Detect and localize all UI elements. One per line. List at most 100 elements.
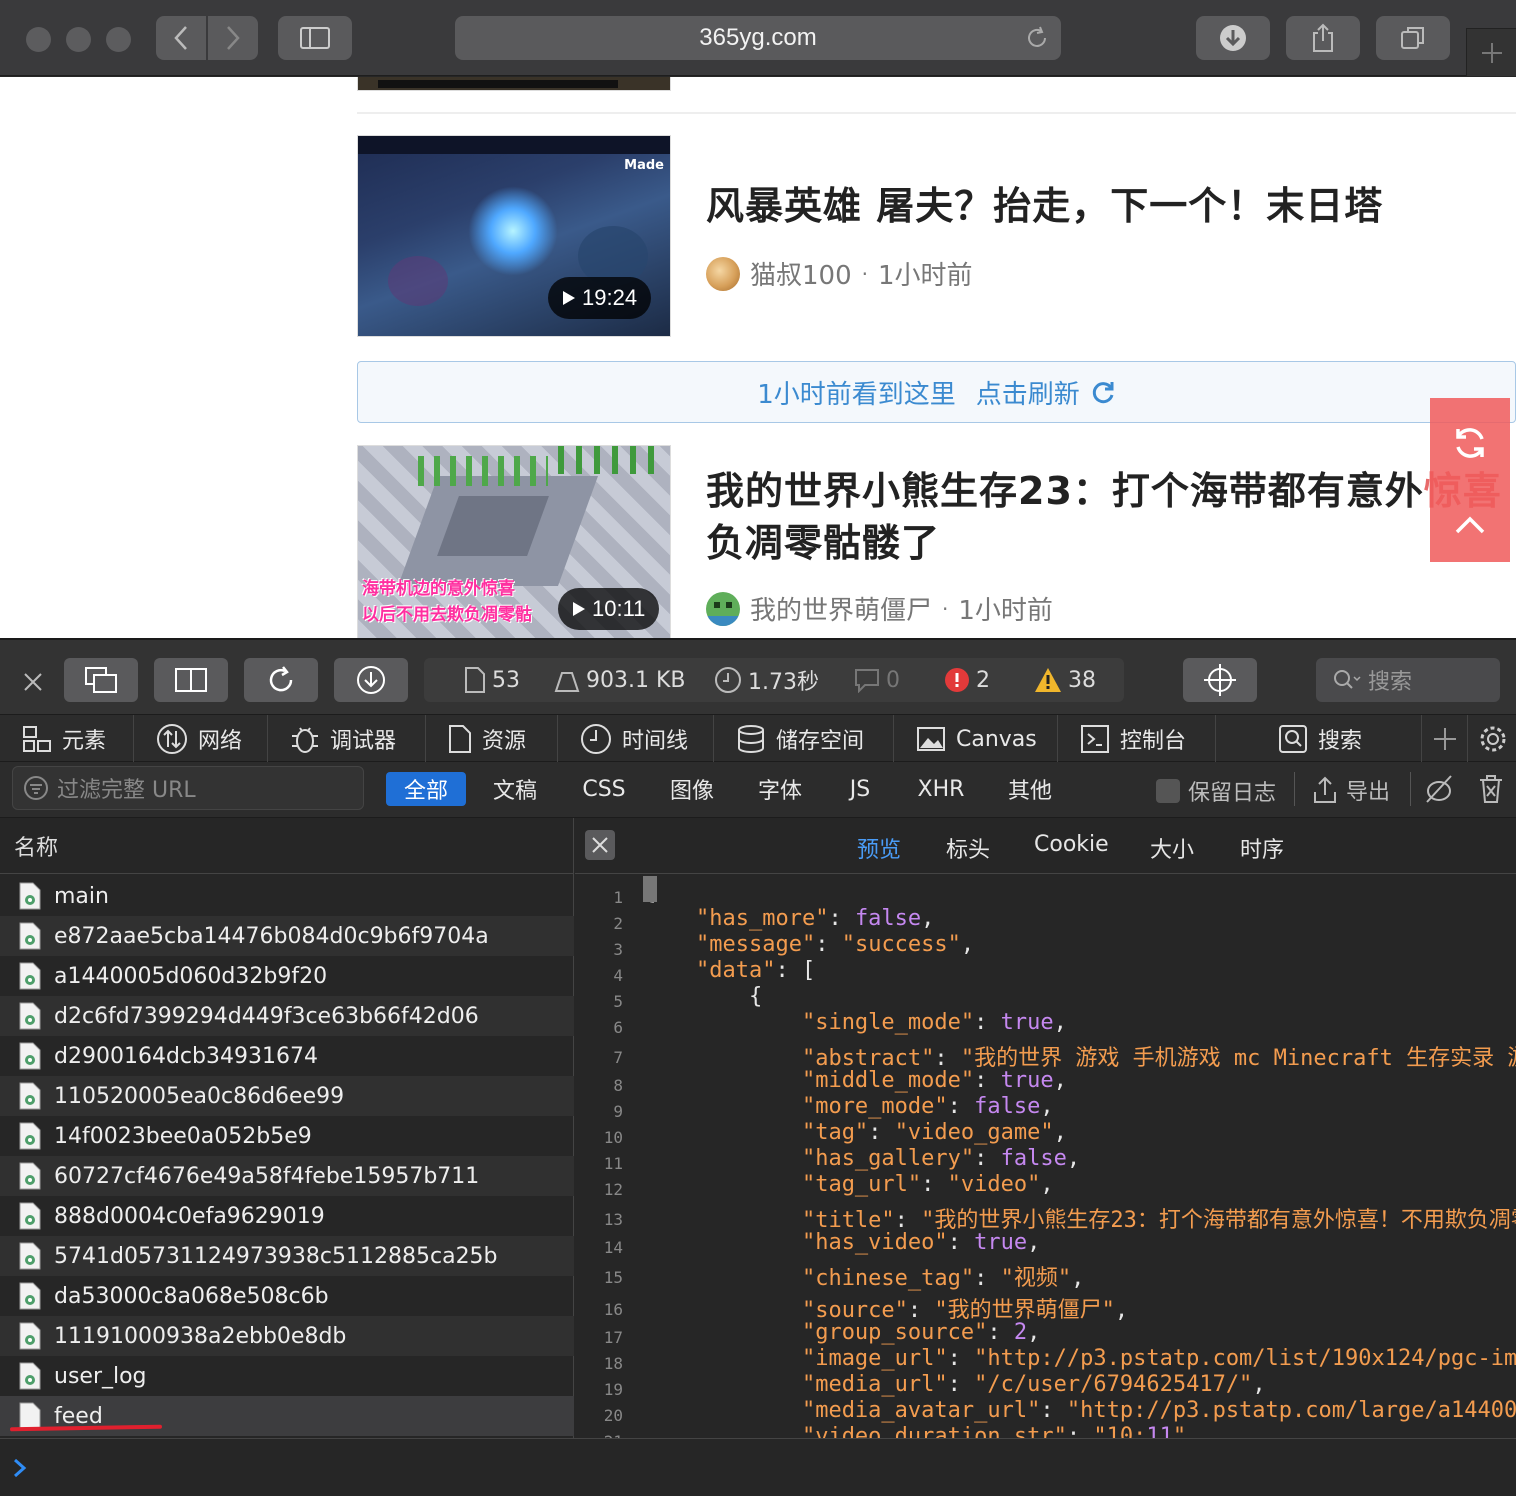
code-line: "has_video": true, [801, 1230, 1041, 1255]
tab-search[interactable]: 搜索 [1216, 715, 1422, 763]
article-thumbnail[interactable]: 海带机边的意外惊喜 以后不用去欺负凋零骷 10:11 [357, 445, 671, 638]
author-avatar[interactable] [706, 256, 740, 291]
export-button[interactable]: 导出 [1312, 774, 1390, 806]
tabs-overview-button[interactable] [1376, 16, 1450, 60]
reload-page-button[interactable] [244, 658, 318, 702]
request-name: feed [54, 1403, 103, 1429]
name-column-header[interactable]: 名称 [0, 818, 574, 874]
preserve-log-toggle[interactable]: 保留日志 [1156, 775, 1276, 807]
refresh-notice-bar[interactable]: 1小时前看到这里 点击刷新 [357, 361, 1516, 423]
refresh-link[interactable]: 点击刷新 [976, 374, 1080, 411]
minimize-window-button[interactable] [66, 27, 91, 52]
detail-tab-cookies[interactable]: Cookie [1034, 832, 1109, 857]
resource-count[interactable]: 53 [464, 658, 520, 702]
close-detail-button[interactable] [585, 830, 615, 860]
request-row[interactable]: 5741d05731124973938c5112885ca25b [0, 1236, 574, 1276]
script-document-icon [18, 1362, 42, 1390]
request-row[interactable]: main [0, 876, 574, 916]
filter-type-other[interactable]: 其他 [992, 772, 1068, 806]
reload-icon[interactable] [1025, 26, 1049, 50]
title-line: 负凋零骷髅了 [706, 521, 941, 565]
transfer-size[interactable]: 903.1 KB [554, 658, 686, 702]
script-document-icon [18, 962, 42, 990]
address-bar[interactable]: 365yg.com [455, 16, 1061, 60]
author-name[interactable]: 我的世界萌僵尸 [750, 590, 932, 627]
tab-debugger[interactable]: 调试器 [268, 715, 426, 763]
request-row[interactable]: 14f0023bee0a052b5e9 [0, 1116, 574, 1156]
request-row[interactable]: 11191000938a2ebb0e8db [0, 1316, 574, 1356]
sidebar-toggle-button[interactable] [278, 16, 352, 60]
warning-count[interactable]: 38 [1034, 658, 1096, 702]
add-tab-button[interactable] [1422, 715, 1468, 763]
tab-resources[interactable]: 资源 [426, 715, 558, 763]
settings-button[interactable] [1468, 715, 1516, 763]
article-thumbnail[interactable]: Made 19:24 [357, 135, 671, 337]
back-button[interactable] [156, 16, 206, 60]
search-input[interactable]: 搜索 [1316, 658, 1500, 702]
new-tab-button[interactable] [1466, 28, 1516, 76]
document-icon [18, 1402, 42, 1430]
message-count[interactable]: 0 [854, 658, 900, 702]
request-row[interactable]: d2c6fd7399294d449f3ce63b66f42d06 [0, 996, 574, 1036]
filter-type-image[interactable]: 图像 [654, 772, 730, 806]
forward-button[interactable] [208, 16, 258, 60]
clear-log-icon[interactable] [1478, 774, 1504, 804]
chevron-up-icon[interactable] [1454, 515, 1486, 535]
previous-article-thumbnail[interactable] [357, 77, 671, 91]
disable-cache-icon[interactable] [1424, 774, 1454, 804]
download-archive-button[interactable] [334, 658, 408, 702]
request-row[interactable]: 60727cf4676e49a58f4febe15957b711 [0, 1156, 574, 1196]
filter-type-all[interactable]: 全部 [386, 772, 466, 806]
load-time[interactable]: 1.73秒 [714, 658, 819, 702]
code-line: "media_url": "/c/user/6794625417/", [801, 1372, 1266, 1397]
downloads-button[interactable] [1196, 16, 1270, 60]
share-button[interactable] [1286, 16, 1360, 60]
request-row[interactable]: 110520005ea0c86d6ee99 [0, 1076, 574, 1116]
request-row[interactable]: da53000c8a068e508c6b [0, 1276, 574, 1316]
request-row[interactable]: 888d0004c0efa9629019 [0, 1196, 574, 1236]
code-line: "single_mode": true, [801, 1010, 1067, 1035]
close-icon[interactable] [22, 671, 44, 693]
request-row[interactable]: user_log [0, 1356, 574, 1396]
url-filter-input[interactable]: 过滤完整 URL [12, 766, 364, 810]
dock-detach-button[interactable] [64, 658, 138, 702]
request-row[interactable]: e872aae5cba14476b084d0c9b6f9704a [0, 916, 574, 956]
refresh-icon[interactable] [1452, 425, 1488, 461]
detail-tab-headers[interactable]: 标头 [946, 832, 990, 864]
error-count[interactable]: 2 [944, 658, 990, 702]
tab-console[interactable]: 控制台 [1058, 715, 1216, 763]
preserve-log-checkbox[interactable] [1156, 779, 1180, 803]
line-number: 19 [603, 1380, 623, 1399]
tab-label: 时间线 [622, 729, 689, 754]
article-title[interactable]: 风暴英雄 屠夫？抬走，下一个！末日塔 [706, 180, 1383, 232]
close-window-button[interactable] [26, 27, 51, 52]
request-row[interactable]: a1440005d060d32b9f20 [0, 956, 574, 996]
filter-type-css[interactable]: CSS [566, 772, 642, 806]
tab-elements[interactable]: 元素 [0, 715, 134, 763]
tab-storage[interactable]: 储存空间 [714, 715, 894, 763]
detail-tab-preview[interactable]: 预览 [857, 832, 901, 864]
author-avatar[interactable] [706, 591, 740, 626]
detail-tab-size[interactable]: 大小 [1150, 832, 1194, 864]
article-title[interactable]: 我的世界小熊生存23：打个海带都有意外惊喜 负凋零骷髅了 [706, 465, 1502, 569]
author-name[interactable]: 猫叔100 [750, 255, 852, 292]
tab-network[interactable]: 网络 [134, 715, 268, 763]
tab-label: 调试器 [330, 729, 397, 754]
line-number: 13 [603, 1210, 623, 1229]
tab-timeline[interactable]: 时间线 [558, 715, 714, 763]
inspect-element-button[interactable] [1183, 658, 1257, 702]
text-cursor [643, 876, 657, 902]
request-row[interactable]: d2900164dcb34931674 [0, 1036, 574, 1076]
filter-type-js[interactable]: JS [830, 772, 890, 806]
zoom-window-button[interactable] [106, 27, 131, 52]
quick-console[interactable] [0, 1438, 1516, 1496]
detail-tab-timing[interactable]: 时序 [1240, 832, 1284, 864]
request-name: 14f0023bee0a052b5e9 [54, 1123, 312, 1149]
filter-type-document[interactable]: 文稿 [476, 772, 554, 806]
filter-type-xhr[interactable]: XHR [906, 772, 976, 806]
request-row[interactable]: feed [0, 1396, 574, 1436]
floating-side-widget [1430, 398, 1510, 562]
tab-canvas[interactable]: Canvas [894, 715, 1058, 763]
filter-type-font[interactable]: 字体 [742, 772, 818, 806]
dock-side-button[interactable] [154, 658, 228, 702]
